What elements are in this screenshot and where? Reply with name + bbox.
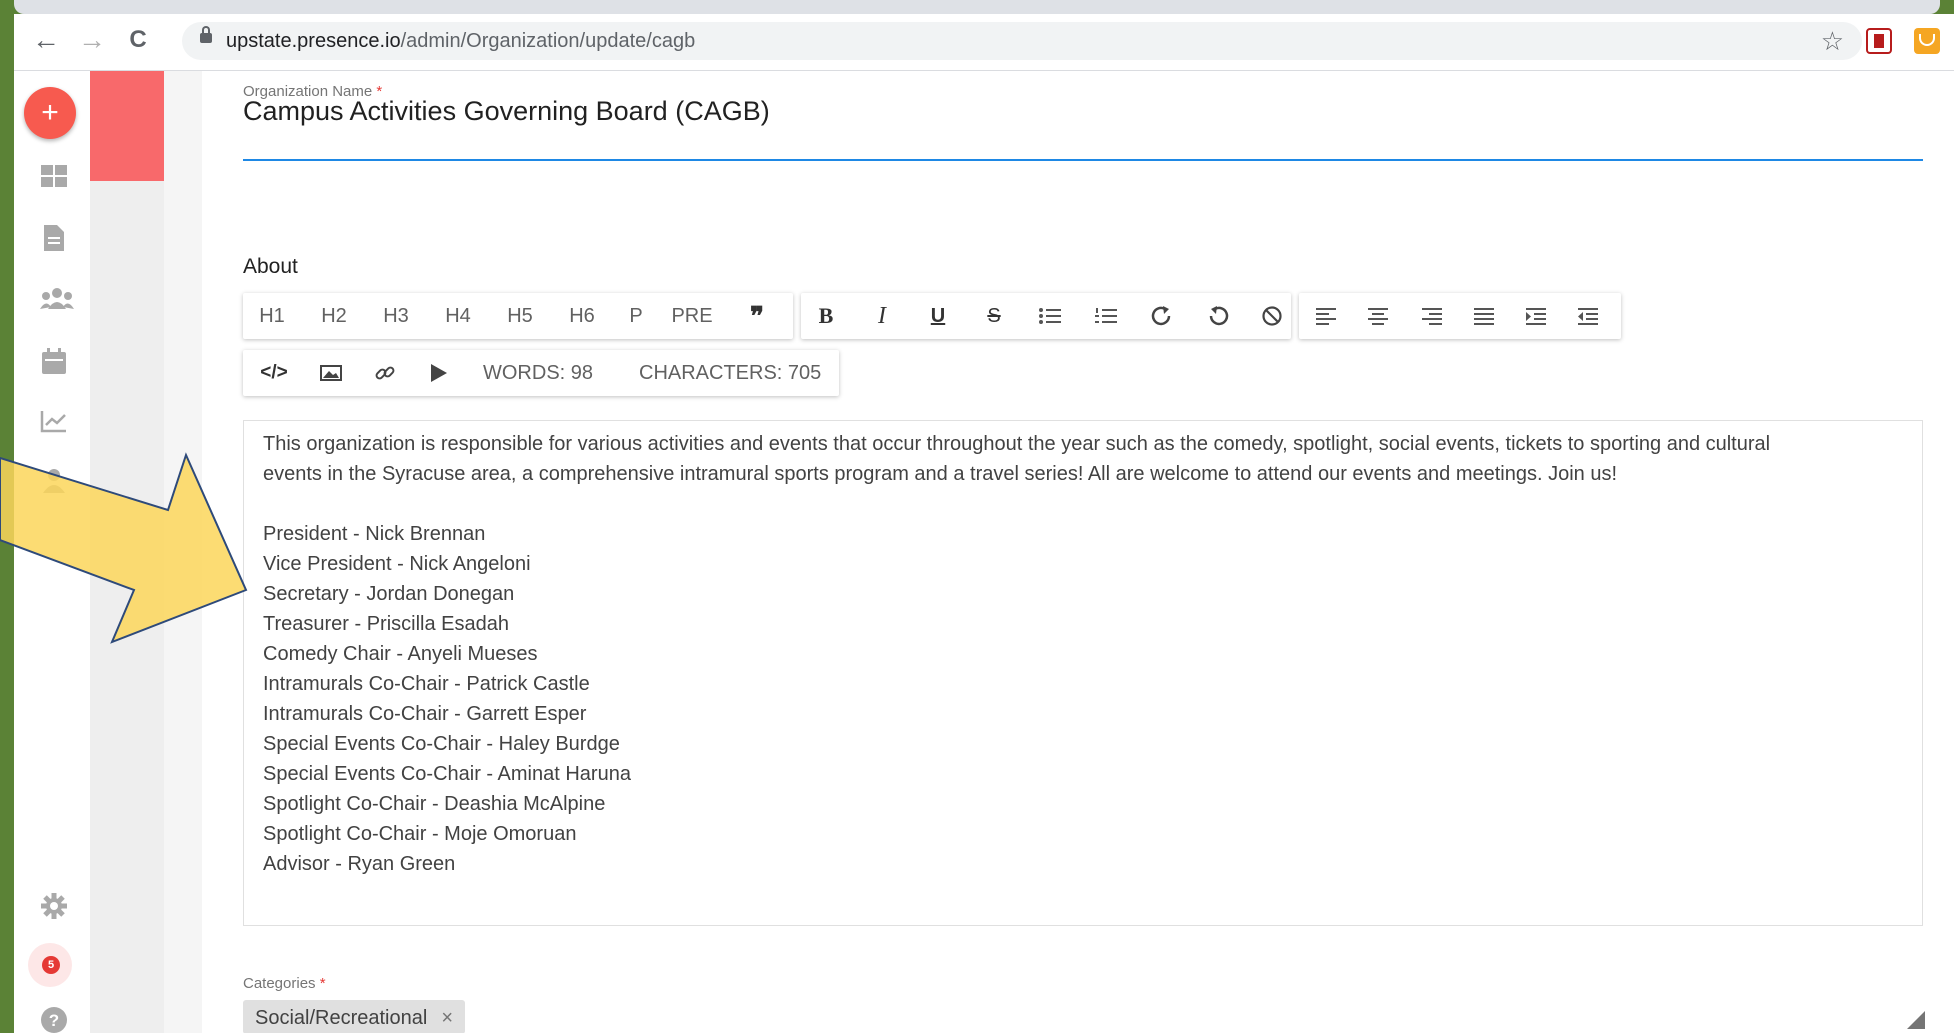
paragraph-button[interactable]: P	[621, 293, 651, 339]
url-domain: upstate.presence.io	[226, 30, 401, 52]
video-play-icon[interactable]	[421, 350, 457, 396]
category-chip[interactable]: Social/Recreational ×	[243, 1000, 466, 1033]
add-button[interactable]: +	[24, 87, 76, 139]
address-bar[interactable]: upstate.presence.io/admin/Organization/u…	[182, 22, 1862, 60]
about-editor[interactable]: This organization is responsible for var…	[243, 420, 1923, 926]
groups-icon[interactable]	[40, 287, 74, 315]
secondary-sidebar-accent	[90, 71, 164, 181]
officer-line: Comedy Chair - Anyeli Mueses	[263, 643, 538, 665]
bookmark-star-icon[interactable]: ☆	[1821, 22, 1844, 60]
quote-icon[interactable]: ❞	[737, 293, 777, 339]
calendar-icon[interactable]	[40, 348, 68, 376]
extension-icon-red[interactable]	[1866, 28, 1892, 54]
notifications-button[interactable]: 5	[28, 943, 72, 987]
screenshot: ← → C upstate.presence.io/admin/Organiza…	[0, 0, 1954, 1033]
bullet-list-icon[interactable]	[1033, 293, 1067, 339]
categories-label: Categories *	[243, 975, 326, 992]
forward-icon[interactable]: →	[74, 22, 110, 58]
officer-line: Spotlight Co-Chair - Moje Omoruan	[263, 823, 577, 845]
url-path: /admin/Organization/update/cagb	[400, 30, 696, 52]
about-paragraph-line-2: events in the Syracuse area, a comprehen…	[263, 463, 1618, 485]
back-icon[interactable]: ←	[28, 22, 64, 58]
chip-remove-icon[interactable]: ×	[441, 1007, 453, 1029]
numbered-list-icon[interactable]	[1089, 293, 1123, 339]
officer-line: Special Events Co-Chair - Aminat Haruna	[263, 763, 631, 785]
officer-line: Intramurals Co-Chair - Garrett Esper	[263, 703, 587, 725]
required-mark: *	[319, 975, 326, 992]
code-view-button[interactable]: </>	[253, 350, 295, 396]
document-icon[interactable]	[40, 225, 68, 253]
svg-text:?: ?	[49, 1011, 59, 1030]
resize-handle-icon[interactable]	[1907, 1011, 1925, 1029]
category-chip-label: Social/Recreational	[255, 1007, 428, 1029]
indent-icon[interactable]	[1519, 293, 1553, 339]
dashboard-icon[interactable]	[40, 165, 68, 193]
h6-button[interactable]: H6	[563, 293, 601, 339]
align-left-icon[interactable]	[1309, 293, 1343, 339]
about-label: About	[243, 255, 298, 278]
about-paragraph-line-1: This organization is responsible for var…	[263, 433, 1771, 455]
app-window: + 5 ? Organization Name * Campus Activit…	[14, 71, 1954, 1033]
insert-toolbar-group: </> WORDS: 98 CHARACTERS: 705	[243, 350, 839, 396]
justify-icon[interactable]	[1467, 293, 1501, 339]
h1-button[interactable]: H1	[253, 293, 291, 339]
align-right-icon[interactable]	[1415, 293, 1449, 339]
lock-icon	[200, 26, 212, 43]
h3-button[interactable]: H3	[377, 293, 415, 339]
officer-line: Spotlight Co-Chair - Deashia McAlpine	[263, 793, 606, 815]
officer-line: President - Nick Brennan	[263, 523, 486, 545]
tab-strip	[14, 0, 1940, 14]
officer-line: Advisor - Ryan Green	[263, 853, 456, 875]
org-name-underline	[243, 159, 1923, 161]
extension-orange-glyph	[1919, 34, 1935, 46]
url-text[interactable]: upstate.presence.io/admin/Organization/u…	[226, 22, 695, 60]
extension-icon-orange[interactable]	[1914, 28, 1940, 54]
pre-button[interactable]: PRE	[667, 293, 717, 339]
link-icon[interactable]	[367, 350, 403, 396]
extension-red-glyph	[1874, 34, 1884, 48]
settings-gear-icon[interactable]	[40, 893, 68, 921]
notification-badge: 5	[42, 956, 60, 974]
h4-button[interactable]: H4	[439, 293, 477, 339]
format-toolbar-group: B I U S	[801, 293, 1291, 339]
word-count: WORDS: 98	[483, 362, 594, 384]
h5-button[interactable]: H5	[501, 293, 539, 339]
officer-line: Secretary - Jordan Donegan	[263, 583, 515, 605]
organization-form: Organization Name * Campus Activities Go…	[202, 71, 1954, 1033]
underline-button[interactable]: U	[921, 293, 955, 339]
officer-line: Vice President - Nick Angeloni	[263, 553, 531, 575]
help-icon[interactable]: ?	[40, 1007, 68, 1033]
officer-line: Intramurals Co-Chair - Patrick Castle	[263, 673, 590, 695]
italic-button[interactable]: I	[865, 293, 899, 339]
officer-line: Special Events Co-Chair - Haley Burdge	[263, 733, 620, 755]
alignment-toolbar-group	[1299, 293, 1621, 339]
undo-icon[interactable]	[1201, 293, 1235, 339]
character-count: CHARACTERS: 705	[639, 362, 822, 384]
h2-button[interactable]: H2	[315, 293, 353, 339]
align-center-icon[interactable]	[1361, 293, 1395, 339]
clear-format-icon[interactable]	[1255, 293, 1289, 339]
redo-icon[interactable]	[1145, 293, 1179, 339]
browser-toolbar: ← → C upstate.presence.io/admin/Organiza…	[14, 14, 1954, 71]
org-name-input[interactable]: Campus Activities Governing Board (CAGB)	[243, 96, 770, 127]
officer-line: Treasurer - Priscilla Esadah	[263, 613, 510, 635]
reload-icon[interactable]: C	[120, 22, 156, 58]
heading-toolbar-group: H1 H2 H3 H4 H5 H6 P PRE ❞	[243, 293, 793, 339]
strikethrough-button[interactable]: S	[977, 293, 1011, 339]
image-icon[interactable]	[313, 350, 349, 396]
categories-label-text: Categories	[243, 975, 316, 992]
outdent-icon[interactable]	[1571, 293, 1605, 339]
callout-arrow	[0, 452, 248, 644]
bold-button[interactable]: B	[809, 293, 843, 339]
